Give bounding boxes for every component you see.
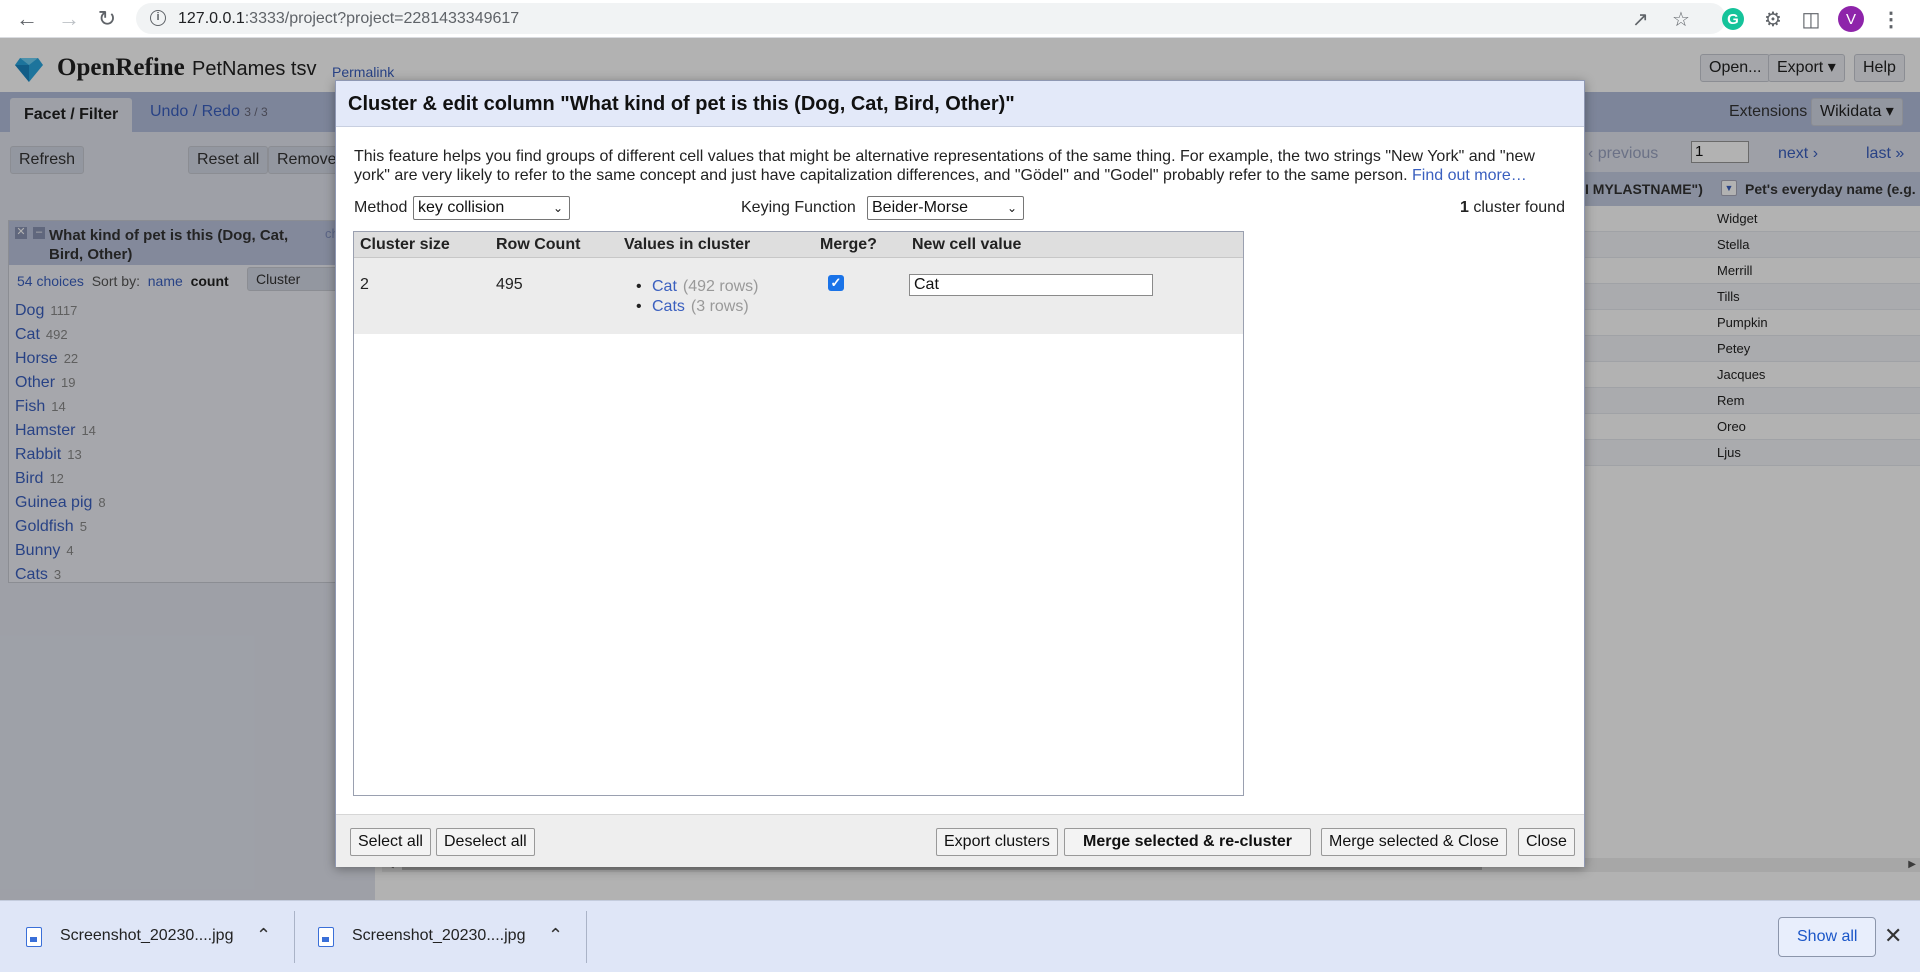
cluster-value-link[interactable]: Cat [652,278,677,295]
keying-function-select[interactable]: Beider-Morse ⌄ [867,196,1024,220]
cluster-table-header: Cluster size Row Count Values in cluster… [354,232,1243,258]
puzzle-extensions-icon[interactable]: ⚙ [1760,6,1786,32]
cluster-values-list: Cat (492 rows) Cats (3 rows) [632,277,758,317]
cluster-value-link[interactable]: Cats [652,298,685,315]
forward-arrow-icon[interactable]: → [56,6,82,32]
chevron-up-icon[interactable]: ⌃ [256,925,271,946]
deselect-all-button[interactable]: Deselect all [436,828,535,856]
download-item[interactable]: Screenshot_20230....jpg ⌃ [292,901,586,972]
chevron-up-icon[interactable]: ⌃ [548,925,563,946]
dialog-description: This feature helps you find groups of di… [354,148,1535,184]
profile-avatar[interactable]: V [1838,6,1864,32]
dialog-title: Cluster & edit column "What kind of pet … [348,93,1015,115]
side-panel-icon[interactable]: ◫ [1798,6,1824,32]
download-filename: Screenshot_20230....jpg [352,927,526,944]
export-clusters-button[interactable]: Export clusters [936,828,1058,856]
url-text[interactable]: 127.0.0.1:3333/project?project=228143334… [178,10,519,28]
chevron-down-icon: ⌄ [1006,201,1017,215]
download-filename: Screenshot_20230....jpg [60,927,234,944]
shelf-divider [586,911,587,963]
row-count-cell: 495 [496,276,523,293]
cluster-size-cell: 2 [360,276,369,293]
table-row: 2 495 Cat (492 rows) Cats (3 rows) ✓ Cat [354,258,1243,334]
browser-toolbar: ← → ↻ i 127.0.0.1:3333/project?project=2… [0,0,1920,38]
bookmark-star-icon[interactable]: ☆ [1672,7,1690,32]
site-info-icon[interactable]: i [150,10,166,26]
close-button[interactable]: Close [1518,828,1575,856]
download-item[interactable]: Screenshot_20230....jpg ⌃ [0,901,294,972]
header-row-count[interactable]: Row Count [496,236,580,254]
find-out-more-link[interactable]: Find out more… [1412,167,1527,184]
cluster-value-rows: (492 rows) [682,278,759,295]
download-shelf: Screenshot_20230....jpg ⌃ Screenshot_202… [0,900,1920,972]
image-file-icon [26,927,42,947]
header-cluster-size[interactable]: Cluster size [360,236,450,254]
new-cell-value-input[interactable]: Cat [909,274,1153,296]
dialog-header: Cluster & edit column "What kind of pet … [336,81,1584,127]
method-select[interactable]: key collision ⌄ [413,196,570,220]
cluster-dialog: Cluster & edit column "What kind of pet … [335,80,1585,867]
cluster-table: Cluster size Row Count Values in cluster… [353,231,1244,796]
dialog-footer: Select all Deselect all Export clusters … [336,814,1584,867]
keying-function-label: Keying Function [741,199,856,216]
list-item: Cat (492 rows) [632,277,758,297]
merge-recluster-button[interactable]: Merge selected & re-cluster [1064,828,1311,856]
reload-icon[interactable]: ↻ [94,6,120,32]
list-item: Cats (3 rows) [632,297,758,317]
grammarly-extension-icon[interactable]: G [1722,8,1744,30]
back-arrow-icon[interactable]: ← [14,6,40,32]
share-icon[interactable]: ↗ [1632,7,1649,32]
close-icon[interactable]: ✕ [1884,923,1902,949]
cluster-value-rows: (3 rows) [690,298,749,315]
header-merge: Merge? [820,236,877,253]
menu-kebab-icon[interactable]: ⋮ [1878,6,1904,32]
header-values-in-cluster[interactable]: Values in cluster [624,236,750,254]
select-all-button[interactable]: Select all [350,828,431,856]
merge-checkbox[interactable]: ✓ [828,275,844,291]
merge-close-button[interactable]: Merge selected & Close [1321,828,1507,856]
method-label: Method [354,199,408,216]
address-bar[interactable]: i 127.0.0.1:3333/project?project=2281433… [136,3,1726,34]
clusters-found-text: 1 cluster found [1460,199,1565,216]
show-all-downloads-button[interactable]: Show all [1778,917,1877,957]
chevron-down-icon: ⌄ [552,201,563,215]
image-file-icon [318,927,334,947]
header-new-cell-value: New cell value [912,236,1022,253]
